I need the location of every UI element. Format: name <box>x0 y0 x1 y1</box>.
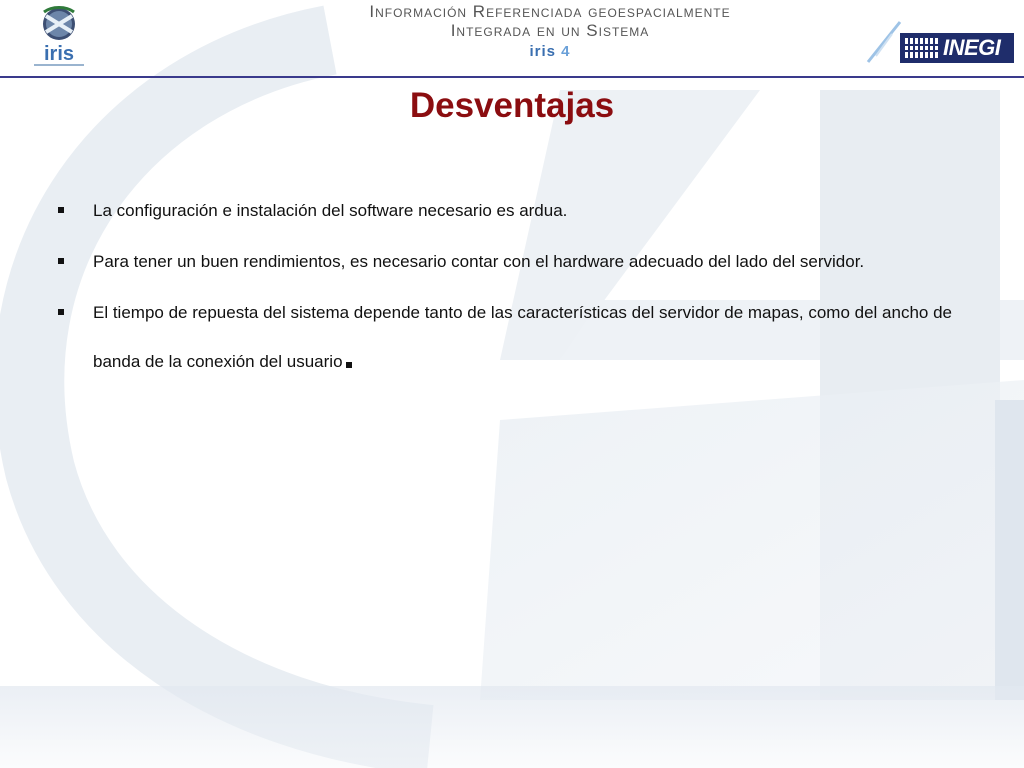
bullet-text: El tiempo de repuesta del sistema depend… <box>93 303 952 371</box>
header-title: Información Referenciada geoespacialment… <box>280 2 820 60</box>
header-title-line3: iris 4 <box>280 43 820 60</box>
bullet-item: La configuración e instalación del softw… <box>55 186 975 235</box>
bullet-item: Para tener un buen rendimientos, es nece… <box>55 237 975 286</box>
bullet-text-wrapper: El tiempo de repuesta del sistema depend… <box>93 288 975 386</box>
inegi-logo: INEGI <box>900 33 1014 63</box>
iris-logo-text: iris <box>44 43 74 65</box>
inegi-logo-text: INEGI <box>943 35 1001 60</box>
header-streak-decoration <box>866 21 902 63</box>
slide-header: iris Información Referenciada geoespacia… <box>0 0 1024 78</box>
iris-logo: iris <box>34 6 84 66</box>
header-iris-word: iris <box>529 43 556 60</box>
slide-title: Desventajas <box>409 86 615 125</box>
bullet-text: Para tener un buen rendimientos, es nece… <box>93 252 865 271</box>
header-iris-number: 4 <box>561 43 571 60</box>
bullet-list: La configuración e instalación del softw… <box>55 200 975 402</box>
bullet-square-icon <box>58 207 64 213</box>
bullet-item: El tiempo de repuesta del sistema depend… <box>55 288 975 386</box>
bullet-square-icon <box>58 309 64 315</box>
header-title-line2: Integrada en un Sistema <box>450 21 650 40</box>
inegi-bars-icon <box>905 38 938 58</box>
bottom-band <box>0 686 1024 768</box>
header-title-line1: Información Referenciada geoespacialment… <box>369 2 731 21</box>
bullet-text: La configuración e instalación del softw… <box>93 201 568 220</box>
end-square-icon <box>345 362 352 368</box>
header-divider <box>0 76 1024 78</box>
bullet-square-icon <box>58 258 64 264</box>
